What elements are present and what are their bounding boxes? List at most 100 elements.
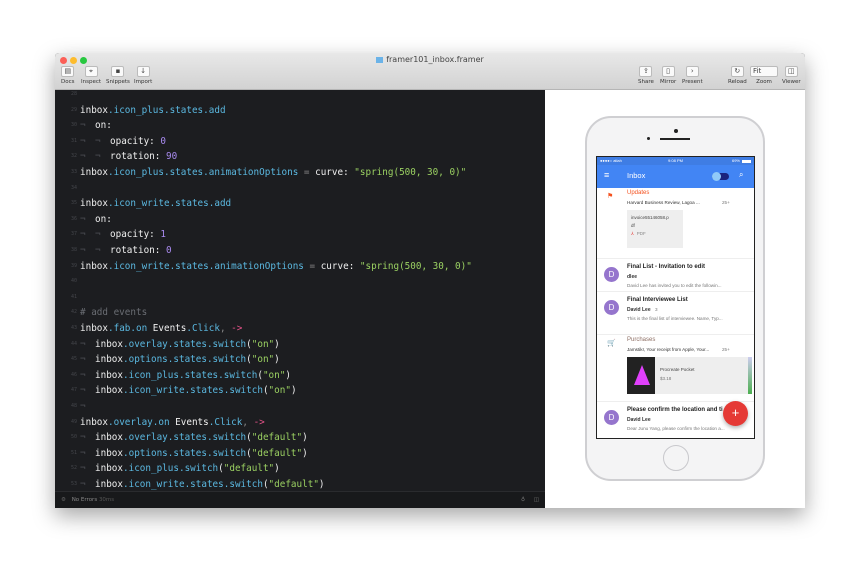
bulb-icon[interactable]: ♁	[521, 492, 525, 508]
code-token: curve:	[320, 260, 360, 272]
code-token: .icon_write.states.switch	[123, 479, 263, 490]
code-token: inbox	[80, 416, 108, 428]
code-token: .fab.on	[108, 323, 153, 334]
sensor	[647, 137, 650, 140]
line-number: 32	[70, 153, 77, 160]
line-number: 46	[70, 371, 77, 378]
code-token: inbox	[80, 260, 108, 272]
code-token: .icon_write.states.switch	[123, 385, 263, 397]
line-number: 35	[70, 200, 77, 207]
snippet-icon: ▪	[111, 66, 125, 77]
inbox-item[interactable]: D Final Interviewee List David Lee 3 This is…	[597, 292, 754, 335]
code-token: 0	[160, 135, 166, 147]
code-line: 28	[55, 90, 80, 103]
framer-window: framer101_inbox.framer ▤ Docs ⌖ Inspect ▪ Sni…	[55, 53, 805, 508]
toolbar-label: Present	[682, 79, 703, 85]
line-number: 34	[70, 184, 77, 191]
line-number: 47	[70, 387, 77, 394]
zoom-select: Fit	[750, 66, 778, 77]
code-editor[interactable]: 28 29 inbox.icon_plus.states.add 30 ¬ on: 31 ¬ ¬…	[55, 90, 545, 491]
thread-count: 3	[655, 307, 658, 312]
speaker	[660, 138, 690, 140]
battery-icon	[742, 159, 751, 163]
code-token: "on"	[262, 369, 286, 381]
card-name: Procreate Pocket	[660, 367, 695, 372]
ios-status-bar: ●●●●○ atlah 9:08 PM 69%	[597, 157, 754, 165]
tab-marker: ¬	[95, 245, 101, 256]
tab-marker: ¬	[80, 151, 86, 163]
line-number: 50	[70, 434, 77, 441]
code-token: on:	[95, 120, 112, 132]
inbox-item[interactable]: D Final List - Invitation to edit dlee Davi…	[597, 259, 754, 292]
toolbar-inspect-button[interactable]: ⌖ Inspect	[81, 66, 101, 85]
compose-fab[interactable]: +	[723, 401, 748, 426]
pdf-icon: ⅄	[631, 231, 634, 236]
toolbar-import-button[interactable]: ↓ Import	[134, 66, 152, 85]
code-line: 38 ¬ ¬ rotation: 0	[55, 243, 172, 259]
tab-marker: ¬	[80, 463, 86, 475]
mail-snippet: David Lee has invited you to edit the fo…	[627, 283, 722, 288]
inbox-item[interactable]: ⚑ Updates Harvard Business Review, Lagoa .…	[597, 188, 754, 259]
mail-sender: David Lee	[627, 307, 651, 313]
line-number: 52	[70, 465, 77, 472]
tab-marker: ¬	[80, 354, 86, 366]
toolbar-share-button[interactable]: ⇪ Share	[638, 66, 654, 85]
tab-marker: ¬	[95, 135, 101, 147]
title-bar: framer101_inbox.framer ▤ Docs ⌖ Inspect ▪ Sni…	[55, 53, 805, 90]
code-token: .icon_plus.states.add	[108, 104, 226, 116]
code-token: .Click	[208, 416, 243, 428]
code-token: .overlay.states.switch	[123, 432, 247, 444]
code-token: inbox	[95, 354, 123, 366]
inbox-item[interactable]: 🛒 Purchases Jamstikr, Your receipt from Ap…	[597, 335, 754, 402]
tab-marker: ¬	[80, 369, 86, 381]
app-receipt-card[interactable]: Procreate Pocket $3.18	[627, 357, 752, 394]
code-token: inbox	[95, 463, 123, 475]
toolbar-snippets-button[interactable]: ▪ Snippets	[106, 66, 130, 85]
avatar: D	[604, 410, 619, 425]
pdf-attachment[interactable]: invoice55146058.p df ⅄ PDF	[627, 210, 683, 248]
toolbar-zoom-button[interactable]: Fit Zoom	[750, 66, 778, 85]
code-line: 42 # add events	[55, 305, 147, 321]
toolbar-present-button[interactable]: › Present	[682, 66, 703, 85]
book-icon: ▤	[61, 66, 75, 77]
toolbar-docs-button[interactable]: ▤ Docs	[61, 66, 75, 85]
status-time: 30ms	[98, 497, 115, 503]
code-token: rotation:	[110, 245, 166, 256]
tab-marker: ¬	[80, 135, 86, 147]
card-price: $3.18	[660, 376, 672, 381]
preview-pane: ●●●●○ atlah 9:08 PM 69% ≡ Inbox ⌕ ⚑ Updat…	[545, 90, 805, 508]
toolbar-viewer-button[interactable]: ◫ Viewer	[782, 66, 801, 85]
attachment-type-label: PDF	[636, 231, 646, 236]
settings-icon[interactable]: ⚙	[61, 497, 66, 503]
toolbar-mirror-button[interactable]: ▯ Mirror	[660, 66, 676, 85]
mail-sender: dlee	[627, 274, 638, 280]
bundle-senders: Harvard Business Review, Lagoa ...	[627, 200, 700, 205]
tab-marker: ¬	[95, 151, 101, 163]
code-token: .icon_plus.states.animationOptions	[108, 167, 299, 178]
code-token: )	[302, 447, 308, 459]
code-token: inbox	[80, 104, 108, 116]
tab-marker: ¬	[80, 229, 86, 241]
panel-icon[interactable]: ◫	[534, 492, 539, 508]
code-token: .icon_write.states.animationOptions	[108, 260, 304, 272]
code-token: .Click	[186, 323, 220, 334]
line-number: 33	[70, 169, 77, 175]
code-line: 43 inbox.fab.on Events.Click, ->	[55, 321, 242, 337]
pin-toggle[interactable]	[712, 172, 729, 181]
line-number: 44	[70, 340, 77, 347]
menu-icon[interactable]: ≡	[604, 170, 609, 180]
code-line: 41	[55, 290, 80, 306]
code-token: ,	[219, 323, 232, 334]
procreate-logo	[634, 365, 650, 385]
code-token: .overlay.on	[108, 416, 176, 428]
code-line: 33 inbox.icon_plus.states.animationOption…	[55, 165, 466, 181]
code-token: 1	[160, 229, 166, 241]
home-button[interactable]	[663, 445, 689, 471]
mail-snippet: Dear Junu Yang, please confirm the locat…	[627, 426, 725, 431]
code-token: )	[290, 385, 297, 397]
code-line: 50 ¬ inbox.overlay.states.switch("default"…	[55, 430, 308, 446]
code-token: .icon_plus.switch	[123, 463, 219, 475]
toolbar-reload-button[interactable]: ↻ Reload	[728, 66, 747, 85]
toolbar-label: Inspect	[81, 79, 102, 85]
search-icon[interactable]: ⌕	[739, 170, 743, 180]
